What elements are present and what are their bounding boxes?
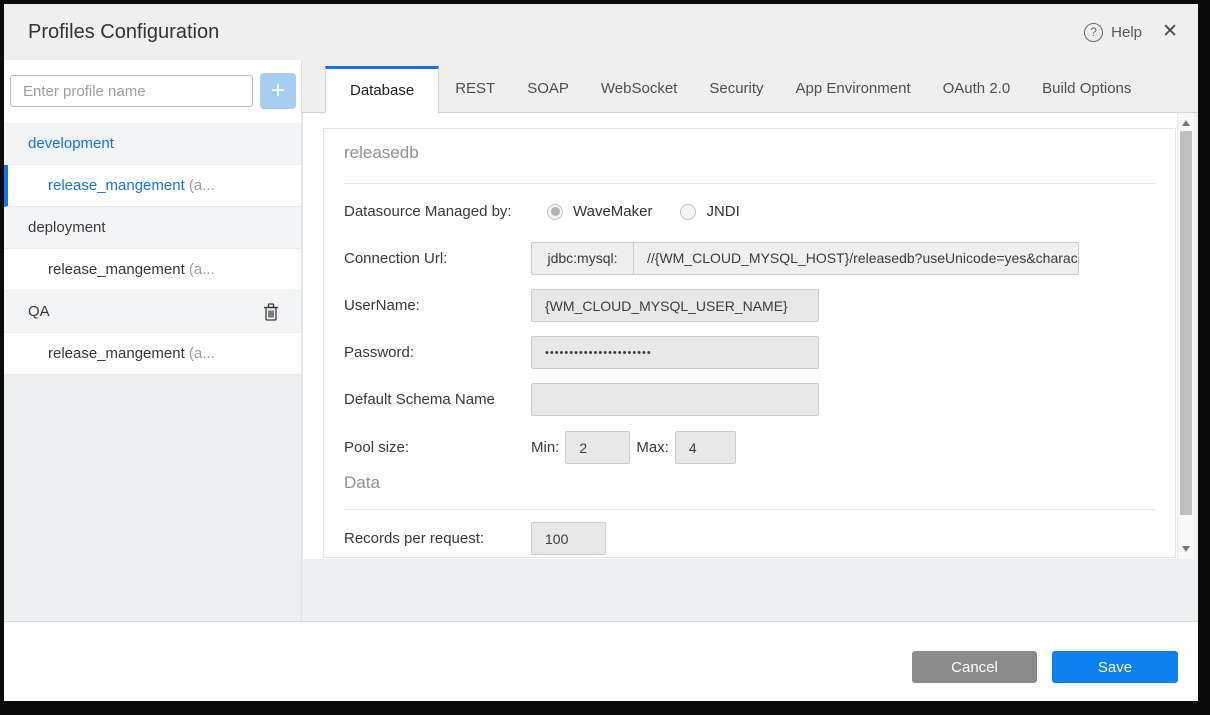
section-divider [344, 509, 1155, 510]
tab-database[interactable]: Database [325, 66, 439, 113]
help-label: Help [1111, 24, 1142, 41]
wavemaker-radio[interactable] [547, 204, 563, 220]
jndi-radio-label: JNDI [706, 203, 739, 220]
pool-min-label: Min: [531, 439, 559, 456]
scrollbar-thumb[interactable] [1180, 131, 1192, 515]
profile-search-row: + [4, 60, 301, 123]
profiles-sidebar: + development release_mangement (a... de… [4, 60, 302, 621]
connection-url-label: Connection Url: [344, 250, 531, 267]
releasedb-form-card: releasedb Datasource Managed by: WaveMak… [323, 128, 1176, 558]
profile-group-label: development [28, 135, 114, 152]
profile-name-input[interactable] [10, 75, 253, 107]
schema-input[interactable] [531, 383, 819, 416]
section-divider [344, 183, 1155, 184]
sidebar-item-deployment[interactable]: deployment [4, 207, 301, 249]
sidebar-item-release-mangement-deploy[interactable]: release_mangement (a... [4, 249, 301, 291]
tab-rest[interactable]: REST [439, 66, 511, 112]
sidebar-item-release-mangement-qa[interactable]: release_mangement (a... [4, 333, 301, 375]
records-input[interactable] [531, 522, 606, 555]
username-input[interactable] [531, 289, 819, 322]
profile-item-suffix: (a... [189, 261, 215, 278]
profiles-configuration-dialog: Profiles Configuration ? Help ✕ + develo… [4, 4, 1198, 701]
sidebar-item-release-mangement-dev[interactable]: release_mangement (a... [4, 165, 301, 207]
section-title-releasedb: releasedb [344, 143, 419, 163]
add-profile-button[interactable]: + [260, 73, 296, 109]
pool-max-input[interactable] [675, 431, 736, 464]
datasource-row: Datasource Managed by: WaveMaker JNDI [344, 195, 1165, 228]
sidebar-item-development[interactable]: development [4, 123, 301, 165]
dialog-footer: Cancel Save [4, 621, 1198, 701]
schema-label: Default Schema Name [344, 391, 531, 408]
pool-max-label: Max: [636, 439, 669, 456]
datasource-radio-group: WaveMaker JNDI [547, 203, 758, 220]
wavemaker-radio-label: WaveMaker [573, 203, 652, 220]
tab-app-environment[interactable]: App Environment [780, 66, 927, 112]
profile-group-label: QA [28, 303, 50, 320]
profile-group-label: deployment [28, 219, 106, 236]
pool-min-input[interactable] [565, 431, 630, 464]
password-input[interactable] [531, 336, 819, 369]
cancel-button[interactable]: Cancel [912, 651, 1037, 683]
password-row: Password: [344, 336, 1165, 369]
jndi-radio[interactable] [680, 204, 696, 220]
content-scrollbar[interactable] [1177, 113, 1194, 559]
profile-item-label: release_mangement [48, 345, 189, 362]
connection-url-input[interactable]: //{WM_CLOUD_MYSQL_HOST}/releasedb?useUni… [633, 242, 1079, 275]
profile-item-suffix: (a... [189, 177, 215, 194]
help-button[interactable]: ? Help [1084, 4, 1142, 60]
tab-websocket[interactable]: WebSocket [585, 66, 693, 112]
config-tabbar: Database REST SOAP WebSocket Security Ap… [302, 60, 1198, 113]
dialog-header: Profiles Configuration ? Help ✕ [4, 4, 1198, 60]
profile-item-label: release_mangement [48, 261, 189, 278]
scroll-up-icon[interactable] [1178, 115, 1194, 131]
tab-soap[interactable]: SOAP [511, 66, 585, 112]
username-label: UserName: [344, 297, 531, 314]
sidebar-item-qa[interactable]: QA [4, 291, 301, 333]
close-icon[interactable]: ✕ [1158, 4, 1182, 60]
username-row: UserName: [344, 289, 1165, 322]
radio-selected-dot [551, 207, 560, 216]
pool-size-label: Pool size: [344, 439, 531, 456]
datasource-label: Datasource Managed by: [344, 203, 531, 220]
password-label: Password: [344, 344, 531, 361]
help-question-icon: ? [1084, 23, 1103, 42]
tab-security[interactable]: Security [693, 66, 779, 112]
pool-size-row: Pool size: Min: Max: [344, 431, 1165, 464]
tab-oauth[interactable]: OAuth 2.0 [927, 66, 1027, 112]
save-button[interactable]: Save [1052, 651, 1178, 683]
records-label: Records per request: [344, 530, 531, 547]
jdbc-prefix-box: jdbc:mysql: [531, 242, 634, 275]
database-tab-panel: releasedb Datasource Managed by: WaveMak… [302, 113, 1194, 559]
dialog-title: Profiles Configuration [28, 4, 219, 60]
scroll-down-icon[interactable] [1178, 541, 1194, 557]
connection-url-row: Connection Url: jdbc:mysql: //{WM_CLOUD_… [344, 242, 1165, 275]
delete-profile-trash-icon[interactable] [263, 303, 279, 321]
records-per-request-row: Records per request: [344, 522, 1165, 555]
schema-row: Default Schema Name [344, 383, 1165, 416]
tab-build-options[interactable]: Build Options [1026, 66, 1147, 112]
section-title-data: Data [344, 473, 380, 493]
profile-item-suffix: (a... [189, 345, 215, 362]
profile-item-label: release_mangement [48, 177, 189, 194]
